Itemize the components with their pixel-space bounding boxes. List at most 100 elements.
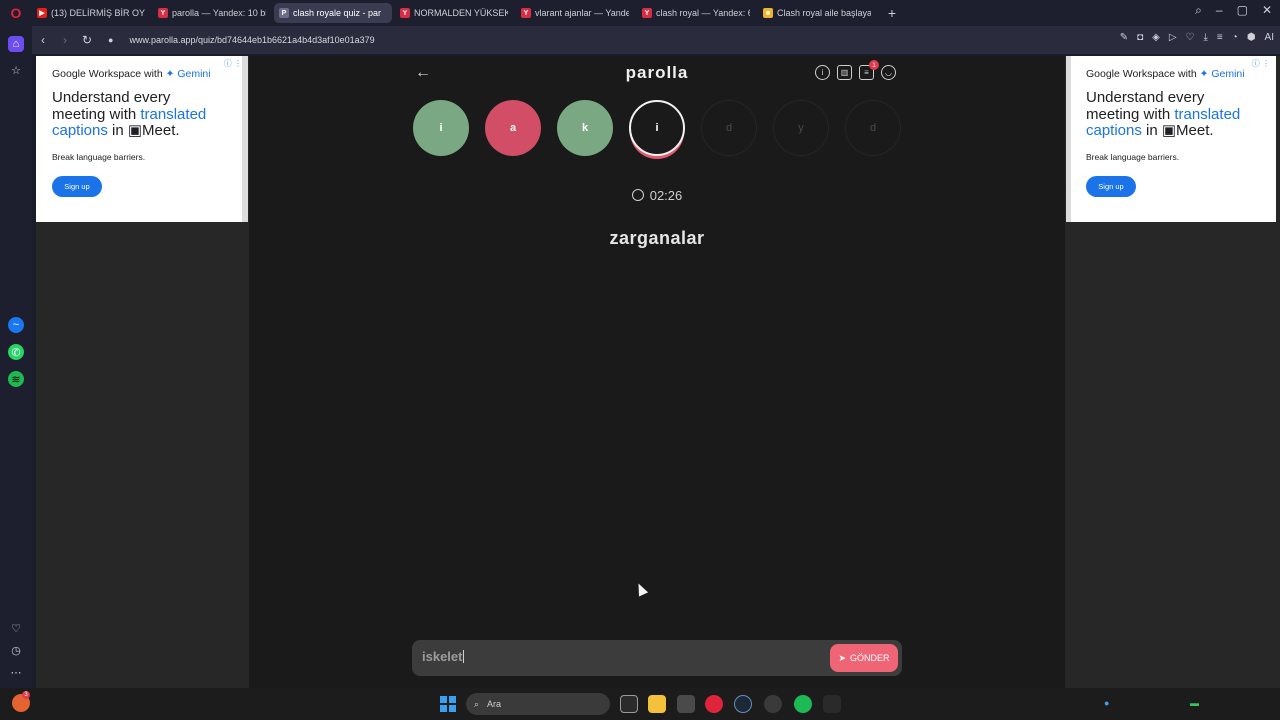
browser-tab[interactable]: Pclash royale quiz - par [274,3,392,23]
new-tab-icon[interactable]: + [883,4,901,22]
window-controls: ⌕ – ▢ ✕ [1195,3,1272,18]
messages-icon[interactable]: ≡ 1 [859,60,879,80]
leaderboard-icon[interactable]: ▥ [837,65,852,80]
messenger-icon[interactable]: ~ [8,317,24,333]
brand-logo[interactable]: parolla [249,63,1065,83]
history-icon[interactable]: ◷ [8,642,24,658]
yandex-icon: Y [521,8,531,18]
left-ad-banner[interactable]: ⓘ ⋮ Google Workspace with ✦ Gemini Under… [36,56,248,222]
reload-icon[interactable]: ↻ [76,33,98,47]
right-ad-banner[interactable]: ⓘ ⋮ Google Workspace with ✦ Gemini Under… [1070,56,1276,222]
windows-start-icon[interactable] [440,696,456,712]
ad-title: Understand every meeting with translated… [52,89,207,139]
forward-icon[interactable]: › [54,33,76,47]
speed-dial-icon[interactable]: ☆ [8,62,24,78]
answer-form: iskelet ➤ GÖNDER [412,640,902,676]
send-button[interactable]: ➤ GÖNDER [830,644,898,672]
os-taskbar: 3 ⌕ Ara ● ▬ [0,688,1280,720]
search-tabs-icon[interactable]: ⌕ [1195,3,1202,18]
browser-tab[interactable]: ■ Clash royal aile başlayan [758,3,876,23]
info-icon[interactable]: i [815,65,830,80]
parolla-icon: P [279,8,289,18]
menu-icon[interactable]: ≡ [1217,32,1223,43]
app-icon[interactable] [677,695,695,713]
ad-header: Google Workspace with ✦ Gemini [52,68,211,80]
opera-taskbar-icon[interactable] [705,695,723,713]
browser-toolbar: ✎ ◘ ◈ ▷ ♡ ⤓ ≡ ◔ ⬢ AI [1120,32,1274,43]
spotify-icon[interactable]: ≋ [8,371,24,387]
extension-icon[interactable]: ⬢ [1247,32,1256,43]
url-field[interactable]: www.parolla.app/quiz/bd74644eb1b6621a4b4… [129,35,374,45]
ad-signup-button[interactable]: Sign up [1086,175,1136,197]
edit-icon[interactable]: ✎ [1120,32,1128,43]
browser-tab[interactable]: Yclash royal — Yandex: 69 [637,3,755,23]
taskbar-search[interactable]: ⌕ Ara [466,693,610,715]
web-page: ⓘ ⋮ Google Workspace with ✦ Gemini Under… [36,56,1280,688]
bookmarks-icon[interactable]: ♡ [8,620,24,636]
yandex-icon: Y [158,8,168,18]
browser-tab[interactable]: Yparolla — Yandex: 10 bin [153,3,271,23]
letter-circle-wrong: a [485,100,541,156]
minimize-icon[interactable]: – [1216,3,1223,18]
header-actions: i ▥ ≡ 1 ◡ [815,60,896,80]
ad-frame-divider [1066,56,1071,222]
task-view-icon[interactable] [620,695,638,713]
heart-icon[interactable]: ♡ [1186,32,1195,43]
ad-title: Understand every meeting with translated… [1086,89,1241,139]
play-icon[interactable]: ▷ [1169,32,1177,43]
letter-circle-pending: y [773,100,829,156]
tab-label: clash royal — Yandex: 69 [656,8,750,18]
epic-games-icon[interactable] [823,695,841,713]
close-icon[interactable]: ✕ [1262,3,1272,18]
game-icon[interactable] [764,695,782,713]
answer-input[interactable]: iskelet [422,649,465,664]
browser-tab[interactable]: Y NORMALDEN YÜKSEK OL [395,3,513,23]
tab-strip: ▶ (13) DELİRMİŞ BİR OYUN Yparolla — Yandex… [32,3,879,23]
ad-signup-button[interactable]: Sign up [52,175,102,197]
ad-subtitle: Break language barriers. [1086,151,1180,162]
tab-label: (13) DELİRMİŞ BİR OYUN [51,8,145,18]
browser-tab-bar: O ▶ (13) DELİRMİŞ BİR OYUN Yparolla — Yand… [0,0,1280,26]
spotify-taskbar-icon[interactable] [794,695,812,713]
snapshot-icon[interactable]: ◘ [1137,32,1143,43]
yandex-icon: Y [400,8,410,18]
download-icon[interactable]: ⤓ [1204,32,1208,43]
yandex-icon: Y [642,8,652,18]
ad-subtitle: Break language barriers. [52,151,146,162]
file-explorer-icon[interactable] [648,695,666,713]
shield-icon[interactable]: ◈ [1152,32,1160,43]
tray-app-icon[interactable]: ▬ [1190,698,1200,708]
send-icon: ➤ [838,652,847,663]
browser-tab[interactable]: Yvlarant ajanlar — Yandex [516,3,634,23]
account-icon[interactable]: ◡ [881,65,896,80]
maximize-icon[interactable]: ▢ [1237,3,1248,18]
quiz-panel: ← parolla i ▥ ≡ 1 ◡ iakidyd 02:26 zargan… [249,56,1065,688]
tab-label: NORMALDEN YÜKSEK OL [414,8,508,18]
home-icon[interactable]: ⌂ [8,36,24,52]
microphone-icon[interactable]: ● [1104,698,1114,708]
aria-ai-icon[interactable]: AI [1265,32,1274,43]
letter-circle-pending: d [845,100,901,156]
letter-circles: iakidyd [413,100,901,156]
letter-circle-current: i [629,100,685,156]
youtube-icon: ▶ [37,8,47,18]
tab-label: vlarant ajanlar — Yandex [535,8,629,18]
opera-logo-icon[interactable]: O [0,0,32,26]
ad-info-icon[interactable]: ⓘ ⋮ [224,58,242,69]
timer-value: 02:26 [649,188,683,203]
browser-tab[interactable]: ▶ (13) DELİRMİŞ BİR OYUN [32,3,150,23]
ad-header: Google Workspace with ✦ Gemini [1086,68,1245,80]
steam-icon[interactable] [734,695,752,713]
text-caret [463,650,465,663]
timer: 02:26 [249,188,1065,203]
profile-icon[interactable]: ◔ [1232,32,1238,43]
letter-circle-pending: d [701,100,757,156]
lock-icon[interactable]: ● [108,35,113,45]
clock-icon [631,189,644,201]
whatsapp-icon[interactable]: ✆ [8,344,24,360]
more-icon[interactable]: ⋯ [8,664,24,680]
notification-badge: 1 [869,60,879,70]
taskbar-badge: 3 [22,691,30,699]
back-icon[interactable]: ‹ [32,33,54,47]
ad-info-icon[interactable]: ⓘ ⋮ [1252,58,1270,69]
